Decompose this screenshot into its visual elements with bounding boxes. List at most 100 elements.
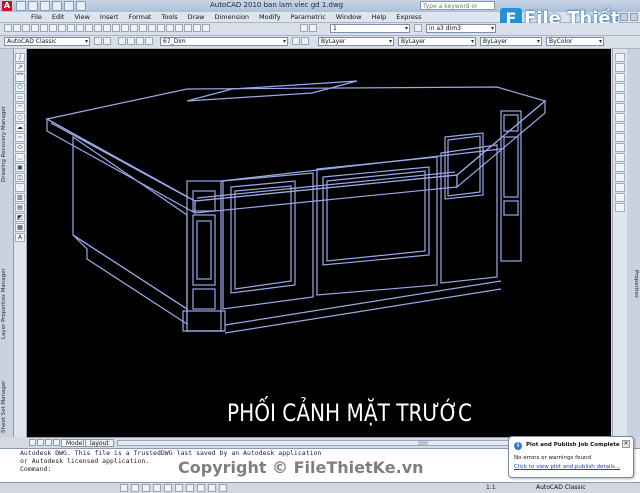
publish-icon[interactable] <box>49 24 57 32</box>
plot-icon[interactable] <box>31 24 39 32</box>
spline-icon[interactable]: ~ <box>15 133 25 142</box>
table-icon[interactable]: ▦ <box>15 223 25 232</box>
layer-dropdown[interactable]: 1 <box>330 24 410 33</box>
palette-tab-drawing-recovery[interactable]: Drawing Recovery Manager <box>1 79 12 209</box>
save-icon[interactable] <box>40 1 50 11</box>
match-properties-icon[interactable] <box>85 24 93 32</box>
undo-icon[interactable] <box>52 1 62 11</box>
ortho-icon[interactable] <box>142 484 150 492</box>
explode-icon[interactable] <box>615 203 625 212</box>
properties-icon[interactable] <box>148 24 156 32</box>
tab-layout[interactable]: layout <box>85 439 114 447</box>
lineweight-dropdown[interactable]: ByLayer <box>480 37 542 46</box>
chamfer-icon[interactable] <box>615 183 625 192</box>
arc-icon[interactable]: ◠ <box>15 103 25 112</box>
scrollbar-thumb[interactable] <box>418 441 428 445</box>
region-icon[interactable]: ◩ <box>15 213 25 222</box>
revision-cloud-icon[interactable]: ☁ <box>15 123 25 132</box>
copy-object-icon[interactable] <box>615 63 625 72</box>
construction-line-icon[interactable]: ↗ <box>15 63 25 72</box>
menu-item-format[interactable]: Format <box>124 13 157 21</box>
dyn-icon[interactable] <box>197 484 205 492</box>
rectangle-icon[interactable]: ▭ <box>15 93 25 102</box>
preview-icon[interactable] <box>40 24 48 32</box>
insert-block-icon[interactable]: ▣ <box>15 163 25 172</box>
join-icon[interactable] <box>615 173 625 182</box>
menu-item-draw[interactable]: Draw <box>183 13 210 21</box>
undo-icon[interactable] <box>94 24 102 32</box>
menu-item-modify[interactable]: Modify <box>254 13 286 21</box>
dimstyle-icon[interactable] <box>414 24 422 32</box>
balloon-details-link[interactable]: Click to view plot and publish details..… <box>514 464 620 470</box>
qp-icon[interactable] <box>219 484 227 492</box>
sun-icon[interactable] <box>136 37 144 45</box>
layer-previous-icon[interactable] <box>309 24 317 32</box>
zoom-previous-icon[interactable] <box>139 24 147 32</box>
calculator-icon[interactable] <box>193 24 201 32</box>
drawing-viewport[interactable]: PHỐI CẢNH MẶT TRƯỚC <box>27 49 611 437</box>
menu-item-express[interactable]: Express <box>391 13 426 21</box>
status-workspace[interactable]: AutoCAD Classic <box>536 484 586 491</box>
sheet-set-icon[interactable] <box>175 24 183 32</box>
plotstyle-dropdown[interactable]: ByColor <box>546 37 604 46</box>
close-icon[interactable] <box>630 13 638 21</box>
tab-next-icon[interactable] <box>45 439 52 446</box>
menu-item-window[interactable]: Window <box>331 13 367 21</box>
dimstyle-dropdown[interactable]: in a3 dim3 <box>426 24 496 33</box>
menu-item-tools[interactable]: Tools <box>156 13 182 21</box>
redo-icon[interactable] <box>103 24 111 32</box>
grid-icon[interactable] <box>131 484 139 492</box>
menu-item-file[interactable]: File <box>26 13 47 21</box>
move-icon[interactable] <box>615 103 625 112</box>
lwt-icon[interactable] <box>208 484 216 492</box>
redo-icon[interactable] <box>64 1 74 11</box>
menu-item-parametric[interactable]: Parametric <box>286 13 331 21</box>
multiline-text-icon[interactable]: A <box>15 233 25 242</box>
plot-publish-balloon[interactable]: i Plot and Publish Job Complete × No err… <box>508 436 634 478</box>
ellipse-icon[interactable]: ⬭ <box>15 143 25 152</box>
new-file-icon[interactable] <box>16 1 26 11</box>
markup-icon[interactable] <box>184 24 192 32</box>
mirror-icon[interactable] <box>615 73 625 82</box>
menu-item-view[interactable]: View <box>69 13 94 21</box>
pan-icon[interactable] <box>112 24 120 32</box>
menu-item-help[interactable]: Help <box>366 13 391 21</box>
scale-icon[interactable] <box>615 123 625 132</box>
menu-item-dimension[interactable]: Dimension <box>209 13 254 21</box>
zoom-window-icon[interactable] <box>130 24 138 32</box>
linetype-dropdown[interactable]: ByLayer <box>398 37 476 46</box>
lock-icon[interactable] <box>145 37 153 45</box>
polygon-icon[interactable]: ⬠ <box>15 83 25 92</box>
tab-prev-icon[interactable] <box>37 439 44 446</box>
make-current-icon[interactable] <box>292 37 300 45</box>
gear-icon[interactable] <box>103 37 111 45</box>
line-icon[interactable]: / <box>15 53 25 62</box>
layer-properties-icon[interactable] <box>118 37 126 45</box>
stretch-icon[interactable] <box>615 133 625 142</box>
make-block-icon[interactable]: ◫ <box>15 173 25 182</box>
menu-item-edit[interactable]: Edit <box>47 13 70 21</box>
erase-icon[interactable] <box>615 53 625 62</box>
restore-icon[interactable] <box>620 13 628 21</box>
close-icon[interactable]: × <box>622 440 630 448</box>
fillet-icon[interactable] <box>615 193 625 202</box>
gradient-icon[interactable]: ▤ <box>15 203 25 212</box>
autocad-logo-icon[interactable]: A <box>2 1 12 11</box>
copy-icon[interactable] <box>67 24 75 32</box>
qnew-icon[interactable] <box>4 24 12 32</box>
design-center-icon[interactable] <box>157 24 165 32</box>
offset-icon[interactable] <box>615 83 625 92</box>
lightbulb-icon[interactable] <box>127 37 135 45</box>
rotate-icon[interactable] <box>615 113 625 122</box>
ellipse-arc-icon[interactable]: ◡ <box>15 153 25 162</box>
palette-tab-sheet-set[interactable]: Sheet Set Manager <box>1 379 12 435</box>
cut-icon[interactable] <box>58 24 66 32</box>
break-icon[interactable] <box>615 163 625 172</box>
open-file-icon[interactable] <box>28 1 38 11</box>
snap-icon[interactable] <box>120 484 128 492</box>
zoom-icon[interactable] <box>121 24 129 32</box>
save-icon[interactable] <box>22 24 30 32</box>
polar-icon[interactable] <box>153 484 161 492</box>
tool-palettes-icon[interactable] <box>166 24 174 32</box>
menu-item-insert[interactable]: Insert <box>95 13 124 21</box>
